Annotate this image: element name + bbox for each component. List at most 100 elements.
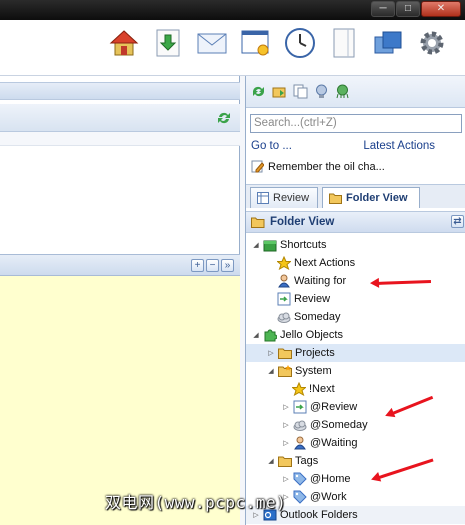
tree-node-label: Someday (294, 311, 341, 323)
tree-node-label: !Next (309, 383, 335, 395)
collapse-triangle-icon[interactable]: ◢ (252, 330, 260, 340)
puzzle-icon (264, 329, 277, 342)
notes-area[interactable] (0, 276, 240, 525)
maximize-button[interactable]: □ (396, 1, 420, 17)
tree-node-projects[interactable]: ▷ Projects (246, 344, 465, 362)
tree-node-label: @Review (310, 401, 358, 413)
folder-tree: ◢ Shortcuts Next Actions Waiting for Rev… (246, 236, 465, 525)
tree-node-someday[interactable]: Someday (246, 308, 465, 326)
settings-gear-icon (420, 31, 444, 55)
home-icon (109, 30, 139, 56)
inbox-download-icon (156, 29, 180, 57)
recent-item-label: Remember the oil cha... (268, 160, 385, 173)
tree-node-label: Next Actions (294, 257, 356, 269)
copy-icon[interactable] (293, 84, 308, 99)
folder-icon (278, 456, 292, 467)
windows-button[interactable] (372, 27, 404, 59)
tab-bar: Review Folder View (246, 184, 465, 208)
settings-button[interactable] (416, 27, 448, 59)
tree-node-label: Review (294, 293, 331, 305)
tag-icon (293, 472, 307, 486)
tree-node-label: @Work (310, 491, 347, 503)
expand-triangle-icon[interactable]: ▷ (267, 348, 275, 358)
collapse-triangle-icon[interactable]: ◢ (267, 366, 275, 376)
tab-folder-view[interactable]: Folder View (322, 187, 420, 208)
octopus-icon[interactable] (335, 84, 350, 99)
inbox-button[interactable] (152, 27, 184, 59)
left-pane-header (0, 82, 240, 100)
folder-view-header: Folder View ⇄ (246, 211, 465, 233)
expand-triangle-icon[interactable]: ▷ (282, 438, 290, 448)
tree-node-jello-objects[interactable]: ◢ Jello Objects (246, 326, 465, 344)
tree-node-label: @Someday (310, 419, 368, 431)
tree-node-label: Tags (295, 455, 319, 467)
folder-view-title: Folder View (270, 216, 335, 228)
review-icon (277, 292, 291, 306)
watermark: 双电网(www.pcpc.me) (105, 493, 287, 512)
person-icon (294, 436, 306, 450)
tree-node-at-review[interactable]: ▷ @Review (246, 398, 465, 416)
home-button[interactable] (108, 27, 140, 59)
refresh-icon[interactable] (251, 84, 266, 99)
notebook-button[interactable] (328, 27, 360, 59)
tab-folder-view-label: Folder View (346, 192, 408, 204)
tree-node-next-actions[interactable]: Next Actions (246, 254, 465, 272)
left-pane-column-header (0, 132, 240, 146)
left-pane: + − » (0, 76, 240, 525)
tree-node-at-someday[interactable]: ▷ @Someday (246, 416, 465, 434)
left-pane-subheader (0, 104, 240, 132)
remove-button[interactable]: − (206, 259, 219, 272)
tree-node-label: Shortcuts (280, 239, 327, 251)
tab-review-label: Review (273, 192, 310, 204)
collapse-button[interactable]: » (221, 259, 234, 272)
tag-icon (293, 490, 307, 504)
recent-item[interactable]: Remember the oil cha... (251, 160, 385, 173)
add-button[interactable]: + (191, 259, 204, 272)
grid-icon (257, 192, 269, 204)
tree-node-label: Projects (295, 347, 335, 359)
mail-button[interactable] (196, 27, 228, 59)
window-controls: ─ □ ✕ (371, 1, 461, 17)
sync-button[interactable]: ⇄ (451, 215, 464, 228)
expand-triangle-icon[interactable]: ▷ (282, 420, 290, 430)
notebook-icon (333, 28, 355, 58)
expand-triangle-icon[interactable]: ▷ (282, 474, 290, 484)
tree-node-review[interactable]: Review (246, 290, 465, 308)
person-icon (278, 274, 290, 288)
close-button[interactable]: ✕ (421, 1, 461, 17)
window-title-bar: ─ □ ✕ (0, 0, 465, 20)
tree-node-label: Waiting for (294, 275, 347, 287)
tab-review[interactable]: Review (250, 187, 318, 208)
tree-node-waiting-for[interactable]: Waiting for (246, 272, 465, 290)
expand-triangle-icon[interactable]: ▷ (282, 402, 290, 412)
green-box-icon (263, 240, 277, 252)
cloud-icon (277, 312, 291, 323)
tree-node-system[interactable]: ◢ System (246, 362, 465, 380)
latest-actions-link[interactable]: Latest Actions (363, 140, 435, 152)
new-window-button[interactable] (240, 27, 272, 59)
tree-node-label: @Waiting (310, 437, 358, 449)
tree-node-label: System (295, 365, 332, 377)
clock-icon (285, 28, 315, 58)
tree-node-at-waiting[interactable]: ▷ @Waiting (246, 434, 465, 452)
refresh-icon[interactable] (216, 110, 232, 126)
cloud-icon (293, 420, 307, 431)
collapse-triangle-icon[interactable]: ◢ (267, 456, 275, 466)
tree-node-at-home[interactable]: ▷ @Home (246, 470, 465, 488)
right-pane-toolbar (246, 76, 465, 108)
folder-star-icon (278, 365, 292, 377)
clock-button[interactable] (284, 27, 316, 59)
collapse-triangle-icon[interactable]: ◢ (252, 240, 260, 250)
search-input[interactable]: Search...(ctrl+Z) (250, 114, 462, 133)
goto-link[interactable]: Go to ... (251, 140, 292, 152)
minimize-button[interactable]: ─ (371, 1, 395, 17)
mail-icon (197, 33, 227, 54)
tree-node-shortcuts[interactable]: ◢ Shortcuts (246, 236, 465, 254)
folder-icon (278, 348, 292, 359)
folder-icon (251, 217, 265, 228)
folder-arrow-icon[interactable] (272, 84, 287, 99)
notes-header: + − » (0, 254, 240, 276)
tree-node-label: @Home (310, 473, 351, 485)
bulb-icon[interactable] (314, 84, 329, 99)
star-icon (277, 256, 291, 270)
